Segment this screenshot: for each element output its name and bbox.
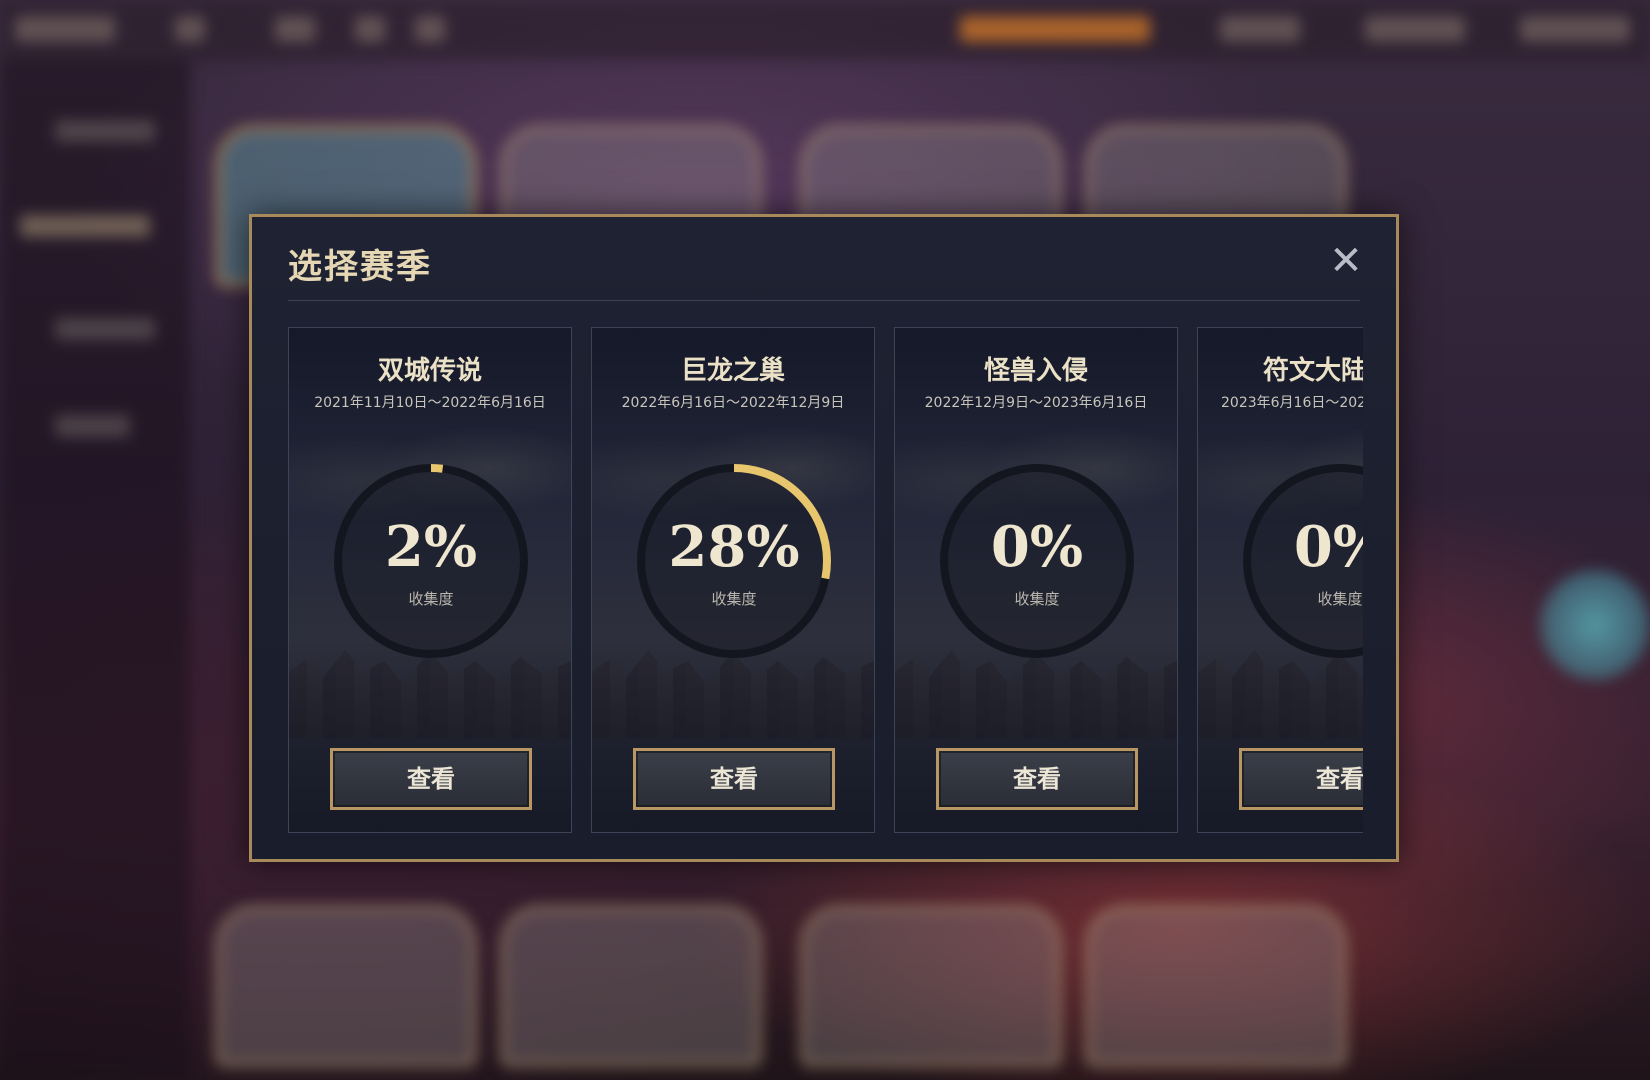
nav-item [1220, 16, 1300, 42]
divider [288, 300, 1360, 301]
progress-label: 收集度 [711, 590, 757, 608]
season-dates: 2022年12月9日～2023年6月16日 [924, 395, 1148, 411]
season-card[interactable]: 怪兽入侵 2022年12月9日～2023年6月16日 0% 收集度 查看 [894, 327, 1178, 833]
view-button[interactable]: 查看 [936, 748, 1138, 810]
nav-item [355, 16, 385, 42]
collection-tile [800, 905, 1062, 1067]
nav-item [175, 16, 205, 42]
season-card-list[interactable]: 双城传说 2021年11月10日～2022年6月16日 2% 收集度 查看 巨龙… [288, 327, 1363, 837]
currency [1520, 16, 1630, 42]
collection-tile [500, 905, 762, 1067]
sidebar-item [55, 318, 155, 340]
progress-percent: 28% [668, 514, 800, 580]
view-button[interactable]: 查看 [1239, 748, 1363, 810]
orb-icon [1540, 570, 1650, 680]
season-dates: 2023年6月16日～2023年 [1221, 395, 1363, 411]
play-button [960, 16, 1150, 42]
collection-tile [1085, 905, 1347, 1067]
season-dates: 2022年6月16日～2022年12月9日 [621, 395, 845, 411]
season-card[interactable]: 双城传说 2021年11月10日～2022年6月16日 2% 收集度 查看 [288, 327, 572, 833]
progress-ring: 0% 收集度 [1235, 456, 1363, 666]
nav-item [275, 16, 315, 42]
sidebar [0, 60, 190, 1080]
dialog-title: 选择赛季 [288, 247, 432, 287]
progress-percent: 0% [990, 514, 1084, 580]
season-name: 怪兽入侵 [983, 356, 1088, 386]
season-card[interactable]: 符文大陆 2023年6月16日～2023年 0% 收集度 查看 [1197, 327, 1363, 833]
collection-tile [215, 905, 477, 1067]
logo [15, 16, 115, 42]
sidebar-item-active [20, 215, 150, 237]
season-name: 符文大陆 [1263, 356, 1363, 386]
select-season-dialog: 选择赛季 ✕ 双城传说 2021年11月10日～2022年6月16日 2% 收集… [249, 214, 1399, 862]
progress-label: 收集度 [1317, 590, 1363, 608]
sidebar-item [55, 120, 155, 142]
view-button[interactable]: 查看 [330, 748, 532, 810]
season-dates: 2021年11月10日～2022年6月16日 [314, 395, 546, 411]
season-card[interactable]: 巨龙之巢 2022年6月16日～2022年12月9日 28% 收集度 查看 [591, 327, 875, 833]
nav-item [1365, 16, 1465, 42]
view-button[interactable]: 查看 [633, 748, 835, 810]
close-icon[interactable]: ✕ [1326, 241, 1366, 281]
sidebar-item [55, 415, 130, 437]
season-name: 巨龙之巢 [680, 356, 785, 386]
progress-ring: 28% 收集度 [629, 456, 839, 666]
progress-ring: 2% 收集度 [326, 456, 536, 666]
nav-item [415, 16, 445, 42]
progress-label: 收集度 [1014, 590, 1060, 608]
season-name: 双城传说 [377, 356, 482, 386]
progress-ring: 0% 收集度 [932, 456, 1142, 666]
progress-label: 收集度 [408, 590, 454, 608]
progress-percent: 2% [384, 514, 478, 580]
progress-percent: 0% [1293, 514, 1363, 580]
